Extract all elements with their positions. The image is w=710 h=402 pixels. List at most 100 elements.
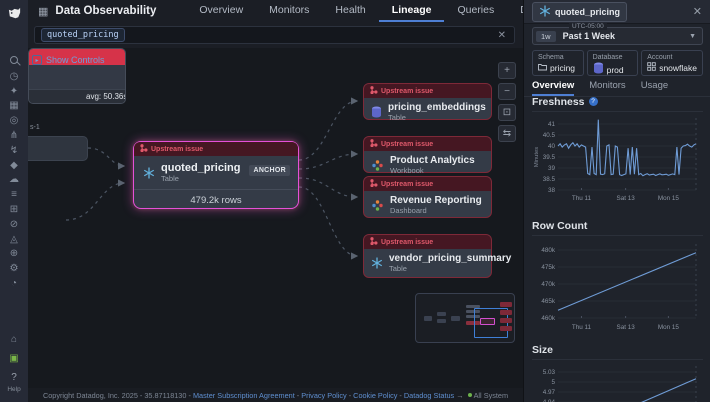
footer-link-privacy-policy[interactable]: Privacy Policy — [301, 391, 346, 400]
lineage-node-vendor-pricing-summary[interactable]: Upstream issuevendor_pricing_summaryTabl… — [363, 234, 492, 278]
security-icon[interactable]: ⊘ — [0, 219, 28, 231]
main-area: ▦ Data Observability OverviewMonitorsHea… — [28, 0, 523, 402]
watchdog-icon[interactable]: ✦ — [0, 86, 28, 98]
asset-chip: quoted_pricing — [532, 2, 627, 22]
help-label: Help — [0, 386, 28, 393]
footer-link-cookie-policy[interactable]: Cookie Policy — [353, 391, 397, 400]
svg-text:480k: 480k — [541, 247, 556, 254]
cloud-icon[interactable]: ☁ — [0, 174, 28, 186]
close-panel-icon[interactable]: ✕ — [693, 5, 702, 18]
settings-icon[interactable]: ⚙ — [0, 263, 28, 275]
svg-text:4.97: 4.97 — [543, 389, 556, 396]
size-title: Size — [532, 344, 553, 356]
panel-tab-overview[interactable]: Overview — [532, 80, 574, 96]
synthetics-icon[interactable]: ⊕ — [0, 248, 28, 260]
folder-icon — [538, 62, 547, 74]
svg-text:Sat 13: Sat 13 — [617, 324, 636, 331]
svg-text:40.5: 40.5 — [543, 132, 556, 139]
snowflake-icon — [539, 5, 551, 19]
svg-text:40: 40 — [548, 143, 556, 150]
upstream-issue-icon — [370, 139, 378, 149]
svg-text:38: 38 — [548, 187, 556, 194]
search-icon[interactable] — [0, 56, 28, 68]
help-icon[interactable]: ? — [589, 97, 598, 106]
profile-icon[interactable]: ▣ — [0, 353, 28, 365]
zoom-in-button[interactable]: + — [498, 62, 516, 79]
tab-health[interactable]: Health — [322, 0, 378, 22]
search-row: quoted_pricing ✕ — [28, 22, 523, 48]
panel-tab-usage[interactable]: Usage — [641, 80, 668, 96]
footer-link-datadog-status[interactable]: Datadog Status — [404, 391, 454, 400]
lineage-node-pricing-embeddings[interactable]: Upstream issuepricing_embeddingsTable — [363, 83, 492, 120]
tab-monitors[interactable]: Monitors — [256, 0, 322, 22]
svg-text:475k: 475k — [541, 264, 556, 271]
clear-search-icon[interactable]: ✕ — [498, 30, 506, 41]
upstream-issue-icon — [370, 179, 378, 189]
size-chart: 5.0354.974.94 — [532, 362, 703, 402]
snowflake-icon — [142, 167, 155, 179]
database-icon — [371, 106, 382, 118]
sparkle-icon — [371, 200, 384, 211]
upstream-issue-icon — [370, 86, 378, 96]
svg-text:470k: 470k — [541, 281, 556, 288]
partial-node-label: s-1 — [30, 124, 40, 131]
org-icon[interactable]: ⌂ — [0, 334, 28, 346]
chevron-down-icon: ▼ — [689, 33, 696, 40]
upstream-issue-banner: Upstream issue — [134, 142, 298, 156]
dashboards-icon[interactable]: ⊞ — [0, 204, 28, 216]
freshness-chart: 4140.54039.53938.538Thu 11Sat 13Mon 15Mi… — [532, 114, 703, 204]
panel-tab-monitors[interactable]: Monitors — [589, 80, 625, 96]
logs-icon[interactable]: ≡ — [0, 189, 28, 201]
fit-to-screen-button[interactable]: ⊡ — [498, 104, 516, 121]
asset-meta-cards: SchemapricingDatabaseprodAccountsnowflak… — [532, 50, 703, 76]
lineage-node-partial-top[interactable] — [28, 136, 88, 161]
history-icon[interactable]: ◷ — [0, 71, 28, 83]
time-range-select[interactable]: UTC-05:00 1w Past 1 Week ▼ — [532, 27, 703, 45]
row-count-chart: 480k475k470k465k460kThu 11Sat 13Mon 15 — [532, 238, 703, 333]
lineage-node-quoted-pricing[interactable]: Upstream issue quoted_pricing Table ANCH… — [133, 141, 299, 209]
upstream-issue-banner: Upstream issue — [364, 235, 491, 249]
lineage-node-revenue-reporting[interactable]: Upstream issueRevenue ReportingDashboard — [363, 176, 492, 218]
svg-text:465k: 465k — [541, 298, 556, 305]
node-title: vendor_pricing_summary — [389, 253, 511, 264]
page-title: Data Observability — [55, 5, 156, 17]
zoom-out-button[interactable]: − — [498, 83, 516, 100]
lineage-canvas[interactable]: ▸ Show Controls s-1 avg: 50.36s Upstream… — [28, 48, 523, 388]
lineage-search-input[interactable]: quoted_pricing ✕ — [34, 26, 515, 44]
meta-card-schema: Schemapricing — [532, 50, 584, 76]
events-icon[interactable]: ↯ — [0, 145, 28, 157]
node-title: pricing_embeddings — [388, 102, 486, 113]
apm-icon[interactable]: ◎ — [0, 115, 28, 127]
svg-text:41: 41 — [548, 121, 556, 128]
processes-icon[interactable]: ◆ — [0, 160, 28, 172]
datadog-logo-icon[interactable] — [0, 0, 28, 26]
lineage-node-product-analytics[interactable]: Upstream issueProduct AnalyticsWorkbook — [363, 136, 492, 173]
lineage-icon[interactable]: ⋔ — [0, 130, 28, 142]
help-icon[interactable]: ? — [0, 372, 28, 383]
show-controls-button[interactable]: ▸ Show Controls — [32, 55, 105, 65]
search-filter-tag[interactable]: quoted_pricing — [41, 28, 125, 42]
tab-lineage[interactable]: Lineage — [379, 0, 445, 22]
tab-queries[interactable]: Queries — [444, 0, 507, 22]
footer-link-master-subscription-agreement[interactable]: Master Subscription Agreement — [193, 391, 295, 400]
svg-text:Mon 15: Mon 15 — [658, 324, 680, 331]
upstream-issue-banner: Upstream issue — [364, 84, 491, 98]
node-title: Revenue Reporting — [390, 195, 482, 206]
metrics-icon[interactable]: ▦ — [0, 100, 28, 112]
sparkle-icon — [371, 160, 384, 171]
anchor-badge: ANCHOR — [249, 165, 290, 176]
lineage-minimap[interactable] — [415, 293, 515, 343]
upstream-issue-banner: Upstream issue — [364, 177, 491, 191]
upstream-issue-banner: Upstream issue — [364, 137, 491, 151]
top-nav: OverviewMonitorsHealthLineageQueriesData… — [186, 0, 574, 22]
rum-icon[interactable]: ◔ — [0, 278, 28, 290]
collapse-button[interactable]: ⇆ — [498, 125, 516, 142]
tab-overview[interactable]: Overview — [186, 0, 256, 22]
svg-text:38.5: 38.5 — [543, 176, 556, 183]
node-title: Product Analytics — [390, 155, 475, 166]
snowflake-icon — [371, 257, 383, 269]
details-panel: quoted_pricing ✕ UTC-05:00 1w Past 1 Wee… — [523, 0, 710, 402]
meta-card-database: Databaseprod — [587, 50, 639, 76]
app-root: ◷ ✦ ▦ ◎ ⋔ ↯ ◆ ☁ ≡ ⊞ ⊘ ◬ ⊕ ⚙ ◔ ⌂ ▣ ? Help ▦ Data Observab… — [0, 0, 710, 402]
monitors-icon[interactable]: ◬ — [0, 234, 28, 246]
